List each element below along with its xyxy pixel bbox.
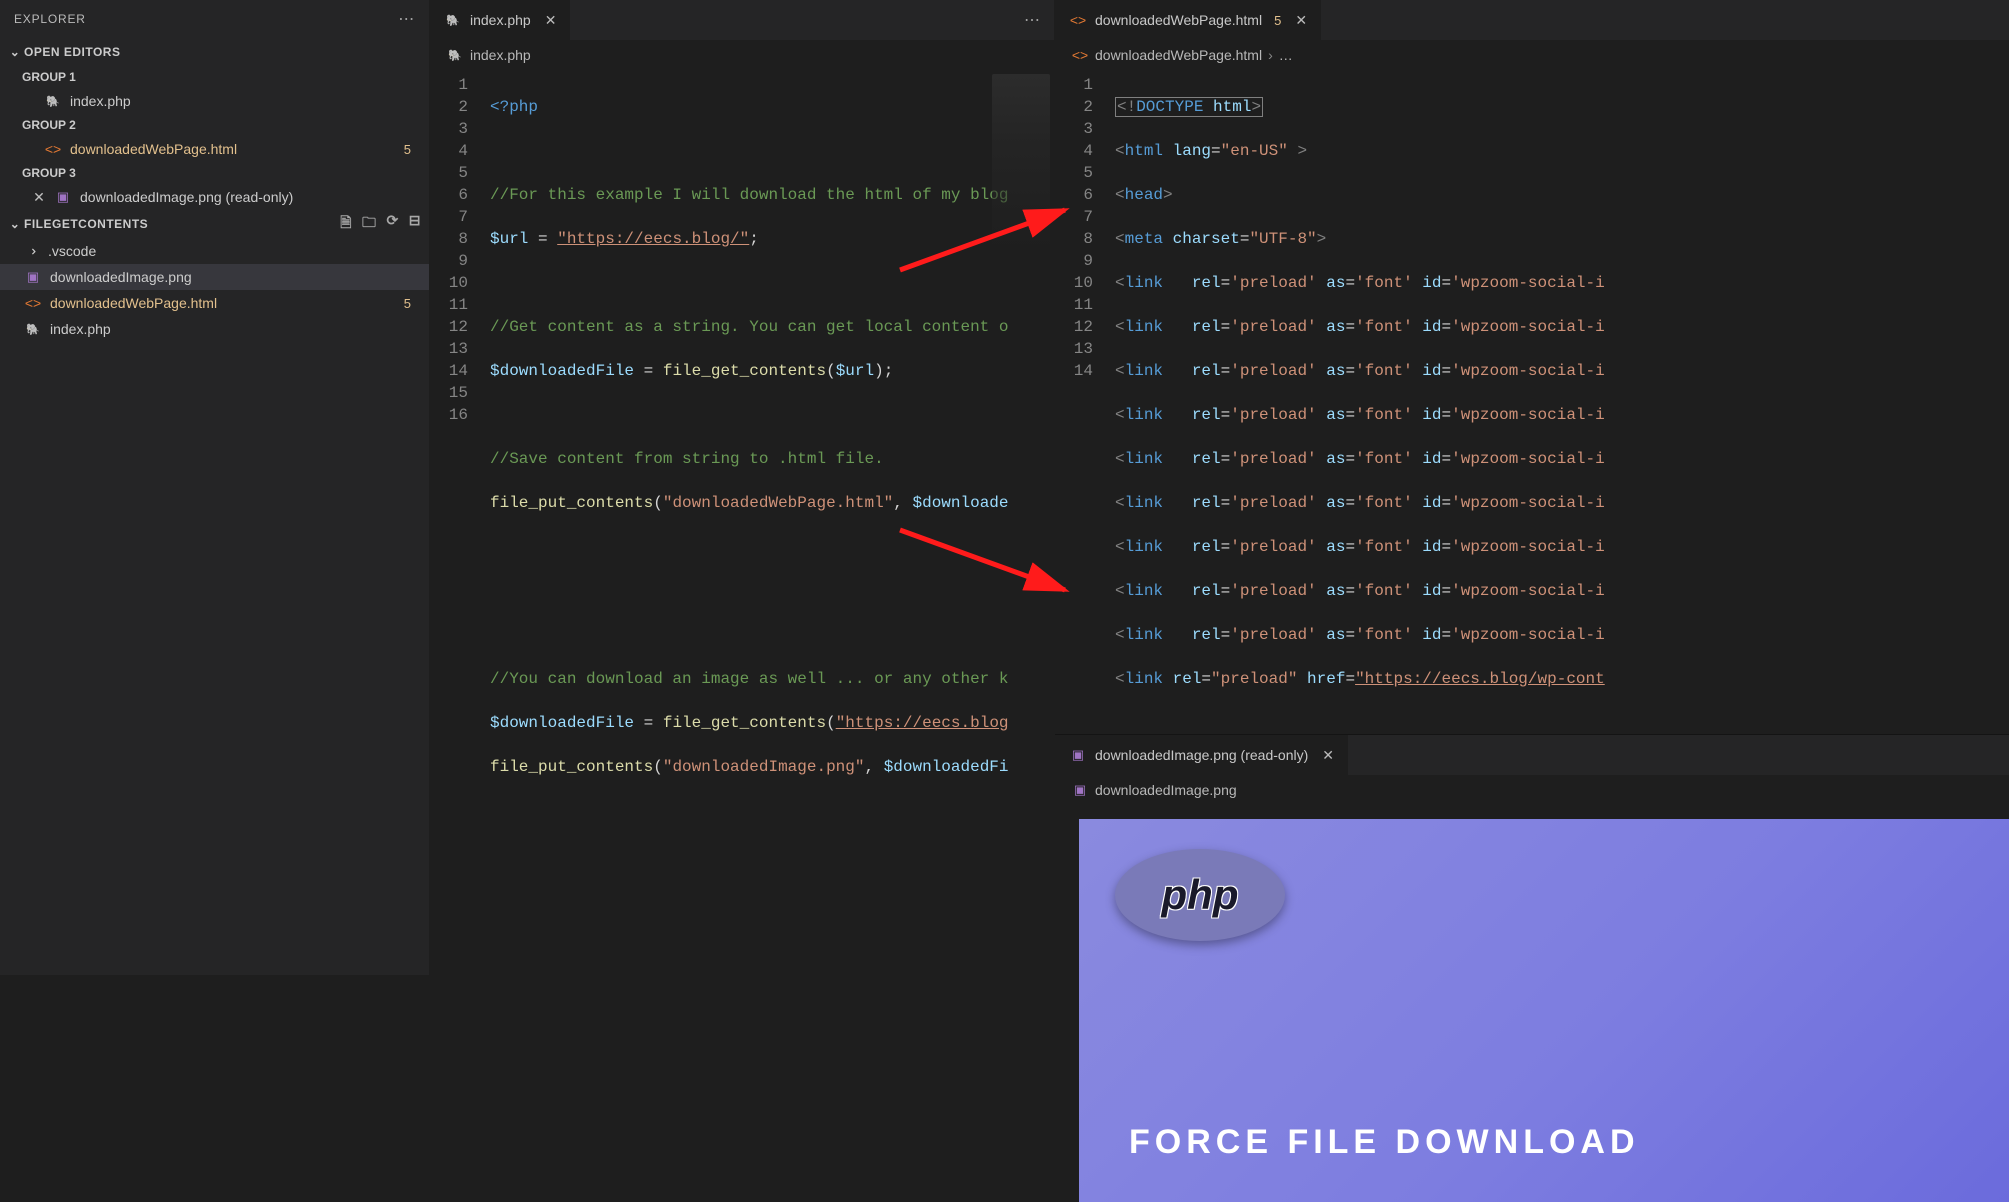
explorer-header: EXPLORER ⋯ bbox=[0, 0, 429, 38]
php-icon: 🐘 bbox=[444, 11, 462, 29]
gutter: 1234567 891011121314 bbox=[1055, 70, 1107, 734]
file-name: index.php bbox=[50, 321, 111, 337]
html-icon: <> bbox=[24, 294, 42, 312]
tab-more-icon[interactable]: ⋯ bbox=[1024, 10, 1040, 30]
breadcrumb-text: downloadedImage.png bbox=[1095, 782, 1237, 798]
close-icon[interactable]: ✕ bbox=[1295, 12, 1307, 29]
tab-downloadedwebpage[interactable]: <> downloadedWebPage.html 5 ✕ bbox=[1055, 0, 1322, 40]
folder-name: .vscode bbox=[48, 243, 96, 259]
project-header[interactable]: ⌄ FILEGETCONTENTS 🗎 🗀 ⟳ ⊟ bbox=[0, 210, 429, 238]
file-name: downloadedWebPage.html bbox=[50, 295, 217, 311]
image-caption: FORCE FILE DOWNLOAD bbox=[1129, 1123, 2009, 1162]
project-actions: 🗎 🗀 ⟳ ⊟ bbox=[340, 212, 421, 236]
php-logo-icon: php bbox=[1115, 849, 1285, 941]
code-editor-2[interactable]: 1234567 891011121314 <!DOCTYPE html> <ht… bbox=[1055, 70, 2009, 734]
open-editor-downloadedwebpage[interactable]: <> downloadedWebPage.html 5 bbox=[0, 136, 429, 162]
chevron-down-icon: ⌄ bbox=[8, 217, 22, 231]
breadcrumb-text: downloadedWebPage.html bbox=[1095, 47, 1262, 63]
open-editor-filename: index.php bbox=[70, 93, 131, 109]
modified-badge: 5 bbox=[404, 296, 411, 311]
refresh-icon[interactable]: ⟳ bbox=[387, 212, 399, 236]
tab-label: downloadedImage.png (read-only) bbox=[1095, 747, 1308, 763]
collapse-icon[interactable]: ⊟ bbox=[409, 212, 421, 236]
editor-group-1-label: GROUP 1 bbox=[0, 66, 429, 88]
open-editor-filename: downloadedWebPage.html bbox=[70, 141, 237, 157]
explorer-more-icon[interactable]: ⋯ bbox=[398, 9, 415, 29]
tab-bar-3: ▣ downloadedImage.png (read-only) ✕ bbox=[1055, 735, 2009, 775]
editor-group-3-label: GROUP 3 bbox=[0, 162, 429, 184]
html-icon: <> bbox=[1071, 46, 1089, 64]
editor-panes: 🐘 index.php ✕ ⋯ 🐘 index.php 12345678 910… bbox=[430, 0, 2009, 975]
modified-badge: 5 bbox=[1274, 13, 1281, 28]
chevron-right-icon: ⌄ bbox=[23, 244, 40, 258]
image-preview[interactable]: php FORCE FILE DOWNLOAD bbox=[1079, 819, 2009, 1202]
editor-pane-image: ▣ downloadedImage.png (read-only) ✕ ▣ do… bbox=[1055, 734, 2009, 1202]
new-file-icon[interactable]: 🗎 bbox=[340, 212, 352, 236]
modified-badge: 5 bbox=[404, 142, 411, 157]
html-icon: <> bbox=[44, 140, 62, 158]
code-body[interactable]: <!DOCTYPE html> <html lang="en-US" > <he… bbox=[1107, 70, 2009, 734]
open-editor-downloadedimage[interactable]: ✕ ▣ downloadedImage.png (read-only) bbox=[0, 184, 429, 210]
tab-bar-1: 🐘 index.php ✕ ⋯ bbox=[430, 0, 1054, 40]
image-icon: ▣ bbox=[24, 268, 42, 286]
folder-vscode[interactable]: ⌄ .vscode bbox=[0, 238, 429, 264]
image-icon: ▣ bbox=[1069, 746, 1087, 764]
tab-index-php[interactable]: 🐘 index.php ✕ bbox=[430, 0, 571, 40]
close-icon[interactable]: ✕ bbox=[1322, 747, 1334, 764]
editor-pane-html: <> downloadedWebPage.html 5 ✕ <> downloa… bbox=[1055, 0, 2009, 734]
editor-pane-1: 🐘 index.php ✕ ⋯ 🐘 index.php 12345678 910… bbox=[430, 0, 1055, 975]
image-icon: ▣ bbox=[54, 188, 72, 206]
php-icon: 🐘 bbox=[24, 320, 42, 338]
file-name: downloadedImage.png bbox=[50, 269, 192, 285]
new-folder-icon[interactable]: 🗀 bbox=[362, 212, 377, 236]
open-editor-filename: downloadedImage.png (read-only) bbox=[80, 189, 293, 205]
project-label: FILEGETCONTENTS bbox=[24, 217, 148, 231]
file-downloadedimage[interactable]: ▣ downloadedImage.png bbox=[0, 264, 429, 290]
open-editor-index-php[interactable]: 🐘 index.php bbox=[0, 88, 429, 114]
file-downloadedwebpage[interactable]: <> downloadedWebPage.html 5 bbox=[0, 290, 429, 316]
tab-label: index.php bbox=[470, 12, 531, 28]
explorer-title: EXPLORER bbox=[14, 12, 86, 26]
editor-group-2-label: GROUP 2 bbox=[0, 114, 429, 136]
editor-pane-2: <> downloadedWebPage.html 5 ✕ <> downloa… bbox=[1055, 0, 2009, 975]
minimap[interactable] bbox=[992, 74, 1050, 254]
breadcrumb-3[interactable]: ▣ downloadedImage.png bbox=[1055, 775, 2009, 805]
breadcrumb-text: index.php bbox=[470, 47, 531, 63]
close-icon[interactable]: ✕ bbox=[545, 12, 557, 29]
open-editors-header[interactable]: ⌄ OPEN EDITORS bbox=[0, 38, 429, 66]
explorer-sidebar: EXPLORER ⋯ ⌄ OPEN EDITORS GROUP 1 🐘 inde… bbox=[0, 0, 430, 975]
tab-downloadedimage[interactable]: ▣ downloadedImage.png (read-only) ✕ bbox=[1055, 735, 1349, 775]
breadcrumb-1[interactable]: 🐘 index.php bbox=[430, 40, 1054, 70]
close-icon[interactable]: ✕ bbox=[32, 189, 46, 206]
open-editors-label: OPEN EDITORS bbox=[24, 45, 120, 59]
php-icon: 🐘 bbox=[446, 46, 464, 64]
gutter: 12345678 910111213141516 bbox=[430, 70, 482, 975]
file-index-php[interactable]: 🐘 index.php bbox=[0, 316, 429, 342]
image-icon: ▣ bbox=[1071, 781, 1089, 799]
breadcrumb-more: … bbox=[1279, 47, 1293, 63]
breadcrumb-2[interactable]: <> downloadedWebPage.html › … bbox=[1055, 40, 2009, 70]
code-editor-1[interactable]: 12345678 910111213141516 <?php //For thi… bbox=[430, 70, 1054, 975]
php-logo-text: php bbox=[1162, 871, 1239, 919]
tab-label: downloadedWebPage.html bbox=[1095, 12, 1262, 28]
chevron-down-icon: ⌄ bbox=[8, 45, 22, 59]
tab-bar-2: <> downloadedWebPage.html 5 ✕ bbox=[1055, 0, 2009, 40]
code-body[interactable]: <?php //For this example I will download… bbox=[482, 70, 1054, 975]
html-icon: <> bbox=[1069, 11, 1087, 29]
php-icon: 🐘 bbox=[44, 92, 62, 110]
